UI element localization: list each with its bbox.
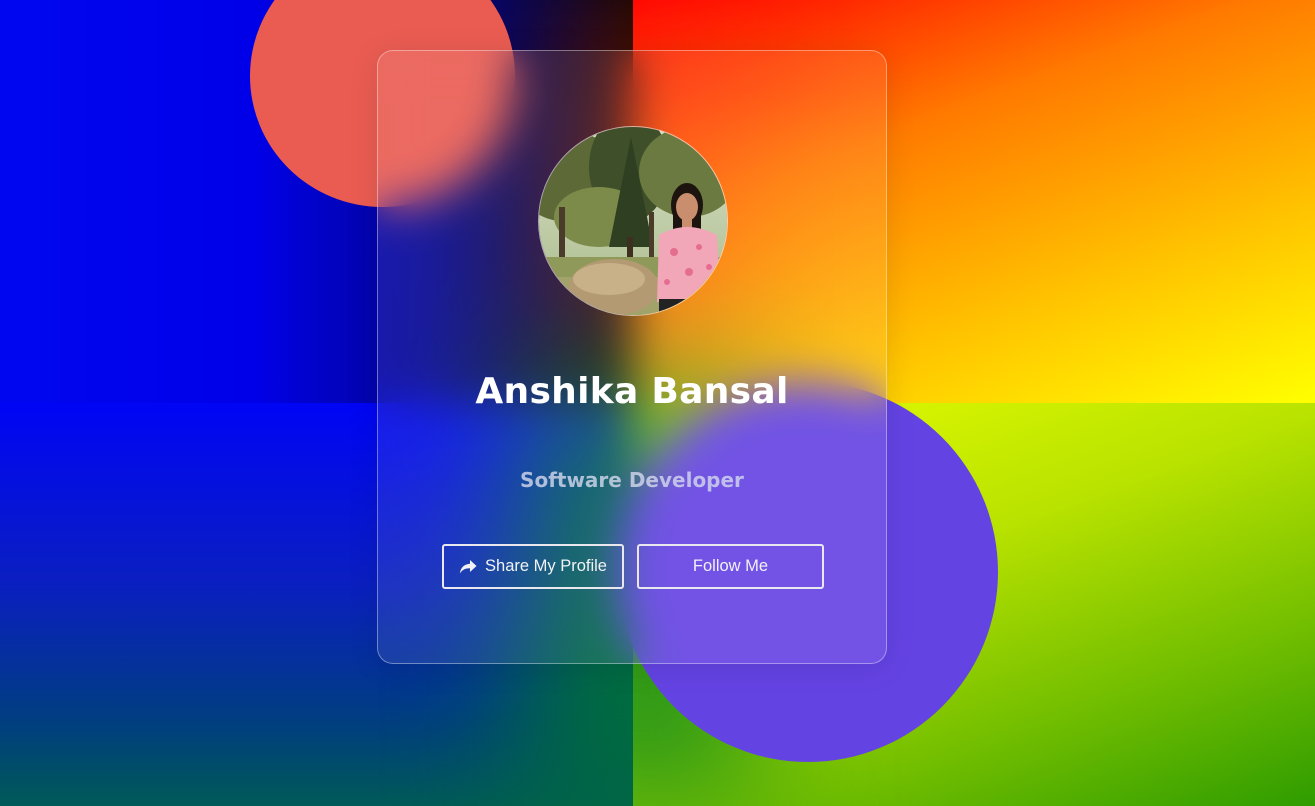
follow-label: Follow Me bbox=[692, 557, 769, 575]
follow-button[interactable]: Follow Me bbox=[637, 544, 824, 589]
share-arrow-icon bbox=[459, 559, 477, 575]
avatar bbox=[538, 126, 728, 316]
profile-card: Anshika Bansal Software Developer Share … bbox=[377, 50, 887, 664]
share-profile-label: Share My Profile bbox=[485, 557, 607, 575]
avatar-photo bbox=[539, 127, 727, 315]
share-profile-button[interactable]: Share My Profile bbox=[442, 544, 624, 589]
profile-name: Anshika Bansal bbox=[475, 371, 789, 412]
profile-title: Software Developer bbox=[520, 468, 744, 492]
